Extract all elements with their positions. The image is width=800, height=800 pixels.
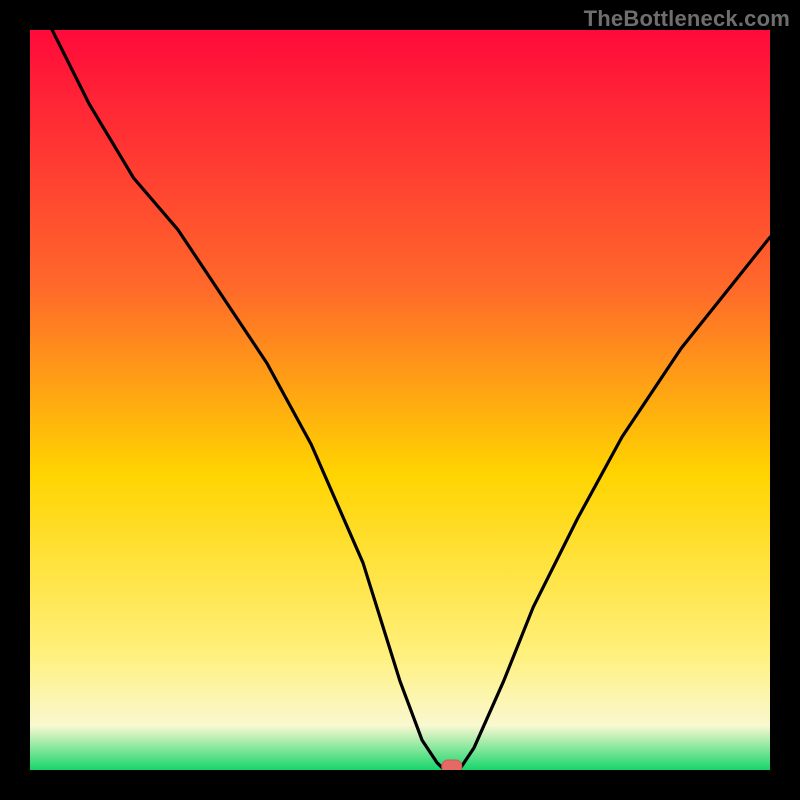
bottleneck-chart xyxy=(0,0,800,800)
plot-background xyxy=(30,30,770,770)
chart-container: TheBottleneck.com xyxy=(0,0,800,800)
watermark-label: TheBottleneck.com xyxy=(584,6,790,32)
